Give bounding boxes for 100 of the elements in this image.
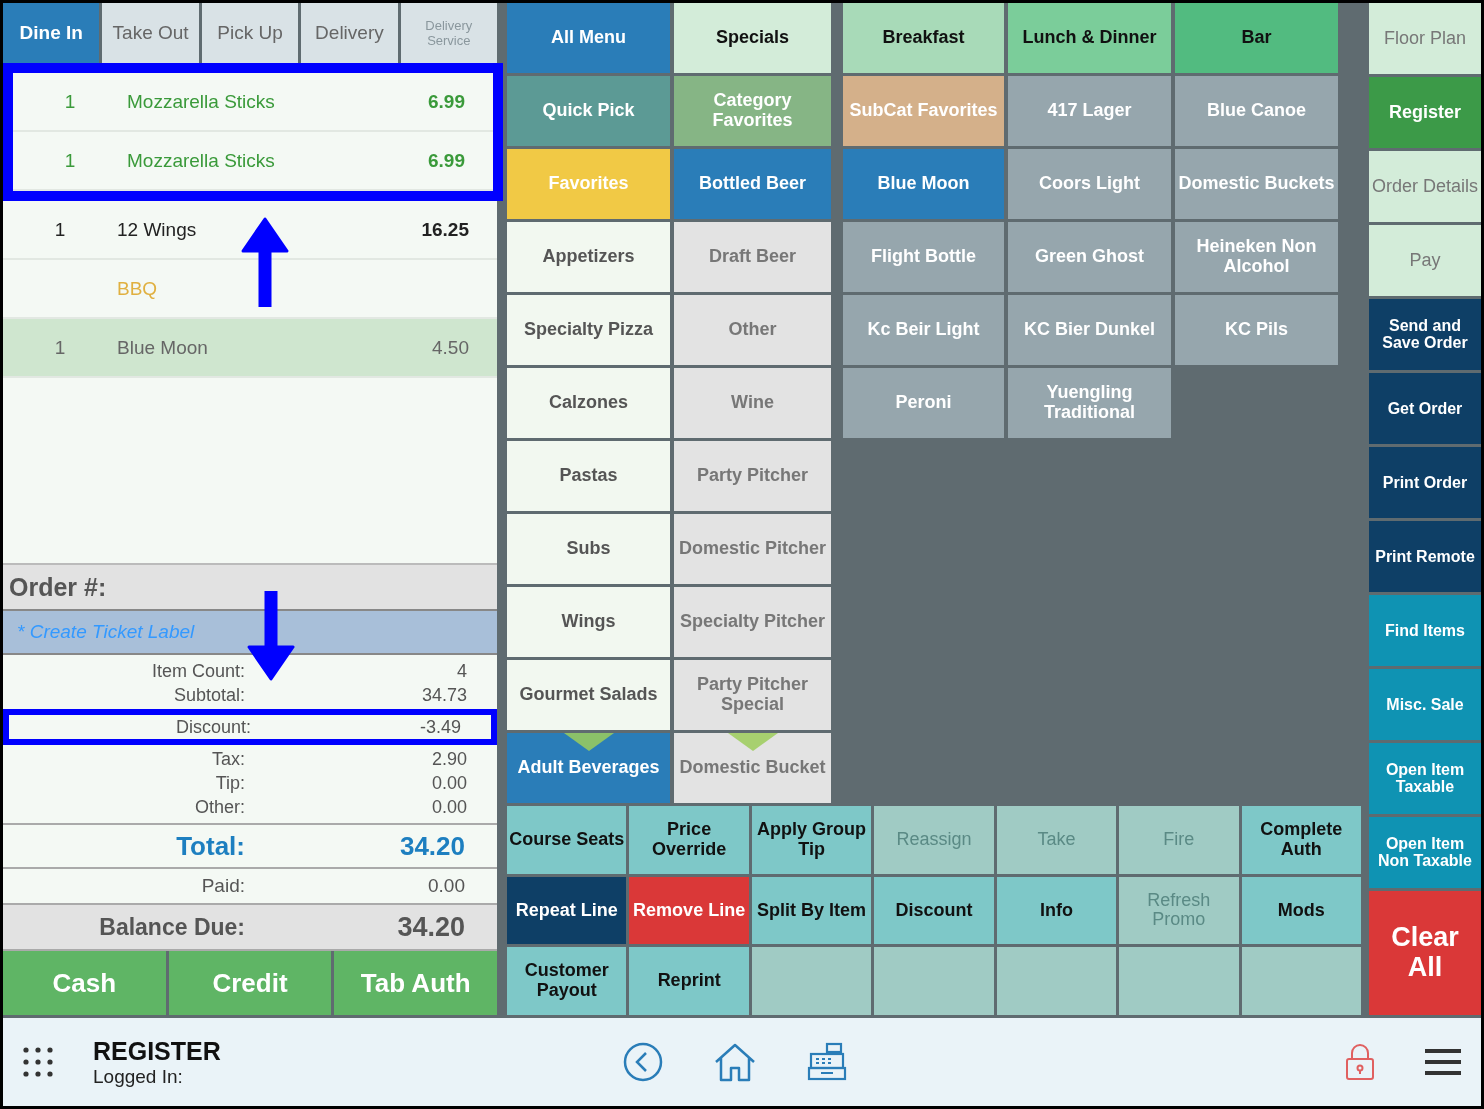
action-button[interactable]: Price Override <box>629 806 749 874</box>
menu-tile[interactable]: Pastas <box>507 441 670 511</box>
menu-tile[interactable]: Subs <box>507 514 670 584</box>
menu-tile[interactable]: Wings <box>507 587 670 657</box>
action-button[interactable]: Complete Auth <box>1241 806 1361 874</box>
menu-tile[interactable]: Adult Beverages <box>507 733 670 803</box>
menu-icon[interactable] <box>1425 1048 1461 1076</box>
side-nav-button[interactable]: Open Item Taxable <box>1369 742 1481 814</box>
action-button[interactable]: Remove Line <box>629 876 749 945</box>
menu-tab[interactable]: Breakfast <box>843 3 1004 73</box>
side-nav-button[interactable]: Misc. Sale <box>1369 668 1481 740</box>
home-icon[interactable] <box>713 1042 757 1082</box>
menu-tile[interactable]: Domestic Pitcher <box>674 514 831 584</box>
menu-tab[interactable]: Bar <box>1175 3 1338 73</box>
menu-tile[interactable]: Bottled Beer <box>674 149 831 219</box>
side-nav-button[interactable]: Open Item Non Taxable <box>1369 816 1481 888</box>
balance-due-label: Balance Due: <box>98 913 245 941</box>
menu-tile[interactable]: Party Pitcher <box>674 441 831 511</box>
menu-tile[interactable]: Peroni <box>843 368 1004 438</box>
menu-tile[interactable]: Other <box>674 295 831 365</box>
menu-tile[interactable]: Draft Beer <box>674 222 831 292</box>
menu-tile[interactable]: 417 Lager <box>1008 76 1171 146</box>
side-nav-button[interactable]: Pay <box>1369 224 1481 296</box>
total-value: 34.20 <box>398 830 466 862</box>
payment-button[interactable]: Cash <box>3 951 166 1015</box>
payment-button[interactable]: Credit <box>168 951 332 1015</box>
menu-tile[interactable]: Blue Canoe <box>1175 76 1338 146</box>
side-nav-button[interactable]: Print Remote <box>1369 520 1481 592</box>
paid-value: 0.00 <box>427 875 466 897</box>
summary-label: Item Count: <box>150 660 245 682</box>
down-triangle-icon <box>727 733 778 751</box>
menu-tile[interactable]: Coors Light <box>1008 149 1171 219</box>
summary-label: Tip: <box>214 772 245 794</box>
balance-due-value: 34.20 <box>396 911 466 943</box>
action-button[interactable]: Reprint <box>629 947 749 1015</box>
logged-in-label: Logged In: <box>93 1065 184 1088</box>
order-type-tab[interactable]: Pick Up <box>201 3 299 63</box>
menu-tile[interactable]: SubCat Favorites <box>843 76 1004 146</box>
action-button[interactable]: Discount <box>874 876 994 945</box>
menu-tile[interactable]: Heineken Non Alcohol <box>1175 222 1338 292</box>
summary-label: Tax: <box>211 748 245 770</box>
order-number-label: Order #: <box>3 563 497 611</box>
lock-icon[interactable] <box>1345 1043 1375 1081</box>
menu-tab[interactable]: Lunch & Dinner <box>1008 3 1171 73</box>
order-type-tab[interactable]: Take Out <box>102 3 199 63</box>
menu-tile[interactable]: Domestic Buckets <box>1175 149 1338 219</box>
menu-tab[interactable]: Specials <box>674 3 831 73</box>
summary-value: 34.73 <box>420 684 468 706</box>
action-button[interactable]: Info <box>996 876 1117 945</box>
summary-value: 4 <box>456 660 468 682</box>
action-button[interactable]: Apply Group Tip <box>751 806 872 874</box>
apps-grid-icon[interactable] <box>23 1047 53 1077</box>
menu-tile[interactable]: Specialty Pitcher <box>674 587 831 657</box>
menu-tile[interactable]: Yuengling Traditional <box>1008 368 1171 438</box>
side-nav-button[interactable]: Register <box>1369 77 1481 148</box>
summary-value: 0.00 <box>430 796 468 818</box>
menu-tile[interactable]: Kc Beir Light <box>843 295 1004 365</box>
side-nav-button[interactable]: Send and Save Order <box>1369 298 1481 370</box>
menu-tile[interactable]: Gourmet Salads <box>507 660 670 730</box>
side-nav-button[interactable]: Order Details <box>1369 150 1481 222</box>
menu-tile[interactable]: Category Favorites <box>674 76 831 146</box>
action-button[interactable]: Customer Payout <box>507 947 627 1015</box>
screen-title: REGISTER <box>93 1036 221 1066</box>
payment-button[interactable]: Tab Auth <box>334 951 497 1015</box>
menu-tile[interactable]: Appetizers <box>507 222 670 292</box>
summary-value: 0.00 <box>430 772 468 794</box>
order-type-tab[interactable]: Dine In <box>3 3 100 63</box>
menu-tile[interactable]: Calzones <box>507 368 670 438</box>
total-label: Total: <box>175 830 245 862</box>
action-button[interactable]: Course Seats <box>507 806 627 874</box>
menu-tab[interactable]: All Menu <box>507 3 670 73</box>
side-nav-button[interactable]: Floor Plan <box>1369 3 1481 74</box>
order-line[interactable]: 1 Mozzarella Sticks 6.99 <box>13 132 493 191</box>
menu-tile[interactable]: KC Pils <box>1175 295 1338 365</box>
back-icon[interactable] <box>623 1042 663 1082</box>
menu-tile[interactable]: Quick Pick <box>507 76 670 146</box>
menu-tile[interactable]: Specialty Pizza <box>507 295 670 365</box>
paid-label: Paid: <box>200 875 245 897</box>
menu-tile[interactable]: Blue Moon <box>843 149 1004 219</box>
summary-value: -3.49 <box>418 716 462 738</box>
summary-label: Subtotal: <box>172 684 245 706</box>
menu-tile[interactable]: Wine <box>674 368 831 438</box>
action-button[interactable]: Split By Item <box>751 876 872 945</box>
summary-label: Discount: <box>174 716 251 738</box>
summary-label: Other: <box>193 796 245 818</box>
down-triangle-icon <box>563 733 614 751</box>
order-line[interactable]: 1 Mozzarella Sticks 6.99 <box>13 73 493 132</box>
side-nav-button[interactable]: Get Order <box>1369 372 1481 444</box>
action-button[interactable]: Repeat Line <box>507 876 627 945</box>
cash-register-icon[interactable] <box>807 1042 847 1082</box>
menu-tile[interactable]: Party Pitcher Special <box>674 660 831 730</box>
side-nav-button[interactable]: Print Order <box>1369 446 1481 518</box>
side-nav-button[interactable]: Find Items <box>1369 594 1481 666</box>
action-button[interactable]: Mods <box>1241 876 1361 945</box>
menu-tile[interactable]: Flight Bottle <box>843 222 1004 292</box>
menu-tile[interactable]: Domestic Bucket <box>674 733 831 803</box>
menu-tile[interactable]: KC Bier Dunkel <box>1008 295 1171 365</box>
menu-tile[interactable]: Green Ghost <box>1008 222 1171 292</box>
side-nav-button[interactable]: Clear All <box>1369 890 1481 1016</box>
order-type-tab[interactable]: Delivery <box>301 3 398 63</box>
